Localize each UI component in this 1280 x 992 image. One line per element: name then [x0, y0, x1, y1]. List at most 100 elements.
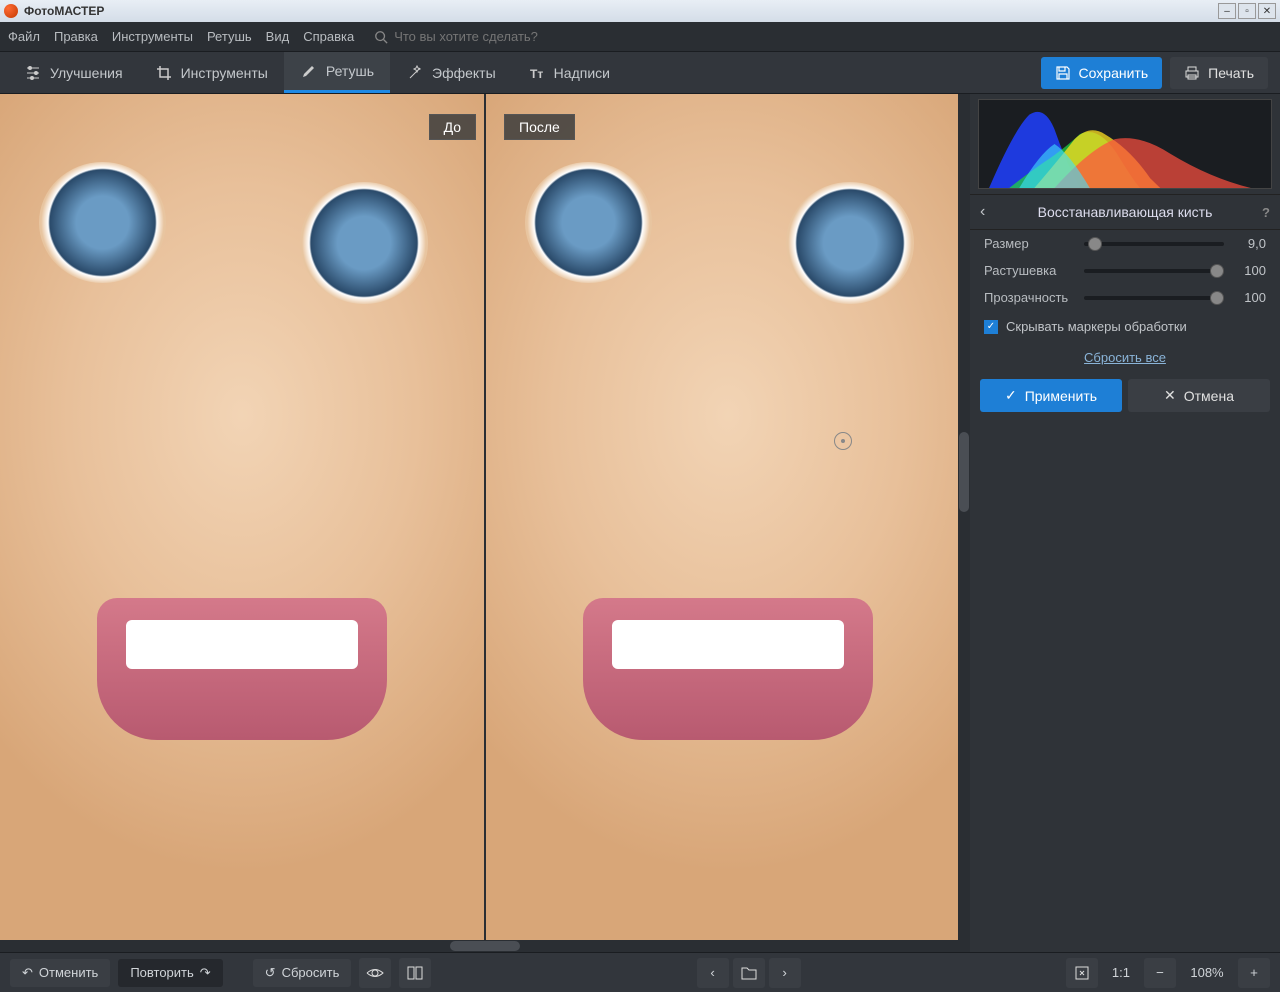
- size-label: Размер: [984, 236, 1074, 251]
- undo-icon: ↶: [22, 965, 33, 981]
- save-icon: [1055, 65, 1071, 81]
- tab-captions[interactable]: Tт Надписи: [512, 52, 626, 93]
- minus-icon: −: [1156, 965, 1164, 980]
- svg-text:Tт: Tт: [530, 67, 543, 81]
- tab-effects[interactable]: Эффекты: [390, 52, 512, 93]
- tab-enhance[interactable]: Улучшения: [8, 52, 139, 93]
- compare-toggle-button[interactable]: [399, 958, 431, 988]
- slider-size: Размер 9,0: [970, 230, 1280, 257]
- menu-help[interactable]: Справка: [303, 29, 354, 44]
- tab-label: Ретушь: [326, 63, 374, 79]
- reset-label: Сбросить: [282, 965, 340, 980]
- image-before: До: [0, 94, 486, 940]
- hide-markers-checkbox[interactable]: ✓: [984, 320, 998, 334]
- search-input[interactable]: [394, 29, 594, 44]
- menubar: Файл Правка Инструменты Ретушь Вид Справ…: [0, 22, 1280, 52]
- open-folder-button[interactable]: [733, 958, 765, 988]
- tab-retouch[interactable]: Ретушь: [284, 52, 390, 93]
- before-label: До: [429, 114, 476, 140]
- tab-label: Инструменты: [181, 65, 268, 81]
- apply-label: Применить: [1025, 388, 1097, 404]
- tab-tools[interactable]: Инструменты: [139, 52, 284, 93]
- zoom-ratio[interactable]: 1:1: [1106, 965, 1136, 980]
- after-label: После: [504, 114, 575, 140]
- cancel-button[interactable]: ✕ Отмена: [1128, 379, 1270, 412]
- histogram: [978, 99, 1272, 189]
- menu-tools[interactable]: Инструменты: [112, 29, 193, 44]
- text-icon: Tт: [528, 64, 546, 82]
- tab-label: Надписи: [554, 65, 610, 81]
- save-button[interactable]: Сохранить: [1041, 57, 1163, 89]
- plus-icon: +: [1250, 965, 1258, 980]
- close-icon: ✕: [1164, 387, 1176, 404]
- slider-opacity: Прозрачность 100: [970, 284, 1280, 311]
- opacity-slider[interactable]: [1084, 296, 1224, 300]
- opacity-label: Прозрачность: [984, 290, 1074, 305]
- help-button[interactable]: ?: [1250, 205, 1270, 220]
- toolbar: Улучшения Инструменты Ретушь Эффекты Tт …: [0, 52, 1280, 94]
- apply-button[interactable]: ✓ Применить: [980, 379, 1122, 412]
- vertical-scrollbar[interactable]: [958, 94, 970, 940]
- sliders-icon: [24, 64, 42, 82]
- image-after: После: [486, 94, 970, 940]
- opacity-value: 100: [1234, 290, 1266, 305]
- size-slider[interactable]: [1084, 242, 1224, 246]
- menu-retouch[interactable]: Ретушь: [207, 29, 252, 44]
- zoom-in-button[interactable]: +: [1238, 958, 1270, 988]
- bottombar: ↶ Отменить Повторить ↷ ↺ Сбросить ‹ › 1:…: [0, 952, 1280, 992]
- save-label: Сохранить: [1079, 65, 1149, 81]
- redo-label: Повторить: [130, 965, 193, 980]
- maximize-button[interactable]: ▫: [1238, 3, 1256, 19]
- zoom-out-button[interactable]: −: [1144, 958, 1176, 988]
- zoom-value: 108%: [1184, 965, 1230, 980]
- close-button[interactable]: ✕: [1258, 3, 1276, 19]
- preview-toggle-button[interactable]: [359, 958, 391, 988]
- wand-icon: [406, 64, 424, 82]
- side-panel: ‹ Восстанавливающая кисть ? Размер 9,0 Р…: [970, 94, 1280, 952]
- nav-next-button[interactable]: ›: [769, 958, 801, 988]
- canvas-area[interactable]: До После: [0, 94, 970, 952]
- chevron-right-icon: ›: [782, 965, 786, 980]
- eye-icon: [366, 966, 384, 980]
- chevron-left-icon: ‹: [710, 965, 714, 980]
- compare-icon: [407, 965, 423, 981]
- undo-label: Отменить: [39, 965, 98, 980]
- fit-screen-button[interactable]: [1066, 958, 1098, 988]
- tab-label: Эффекты: [432, 65, 496, 81]
- menu-edit[interactable]: Правка: [54, 29, 98, 44]
- folder-icon: [741, 966, 757, 980]
- minimize-button[interactable]: –: [1218, 3, 1236, 19]
- app-icon: [4, 4, 18, 18]
- panel-title: Восстанавливающая кисть: [1000, 204, 1250, 220]
- panel-header: ‹ Восстанавливающая кисть ?: [970, 194, 1280, 230]
- hide-markers-label: Скрывать маркеры обработки: [1006, 319, 1187, 334]
- undo-button[interactable]: ↶ Отменить: [10, 959, 110, 987]
- search-icon: [374, 30, 388, 44]
- cancel-label: Отмена: [1184, 388, 1234, 404]
- reset-all-link[interactable]: Сбросить все: [970, 342, 1280, 373]
- back-button[interactable]: ‹: [980, 203, 1000, 221]
- reset-button[interactable]: ↺ Сбросить: [253, 959, 352, 987]
- feather-value: 100: [1234, 263, 1266, 278]
- feather-slider[interactable]: [1084, 269, 1224, 273]
- check-icon: ✓: [1005, 387, 1017, 404]
- slider-feather: Растушевка 100: [970, 257, 1280, 284]
- brush-icon: [300, 62, 318, 80]
- nav-prev-button[interactable]: ‹: [697, 958, 729, 988]
- fit-icon: [1074, 965, 1090, 981]
- print-button[interactable]: Печать: [1170, 57, 1268, 89]
- menu-view[interactable]: Вид: [266, 29, 290, 44]
- tab-label: Улучшения: [50, 65, 123, 81]
- crop-icon: [155, 64, 173, 82]
- size-value: 9,0: [1234, 236, 1266, 251]
- horizontal-scrollbar[interactable]: [0, 940, 970, 952]
- titlebar: ФотоМАСТЕР – ▫ ✕: [0, 0, 1280, 22]
- app-title: ФотоМАСТЕР: [24, 4, 1218, 18]
- reset-icon: ↺: [265, 965, 276, 981]
- hide-markers-row: ✓ Скрывать маркеры обработки: [970, 311, 1280, 342]
- feather-label: Растушевка: [984, 263, 1074, 278]
- menu-file[interactable]: Файл: [8, 29, 40, 44]
- redo-button[interactable]: Повторить ↷: [118, 959, 222, 987]
- redo-icon: ↷: [200, 965, 211, 981]
- print-icon: [1184, 65, 1200, 81]
